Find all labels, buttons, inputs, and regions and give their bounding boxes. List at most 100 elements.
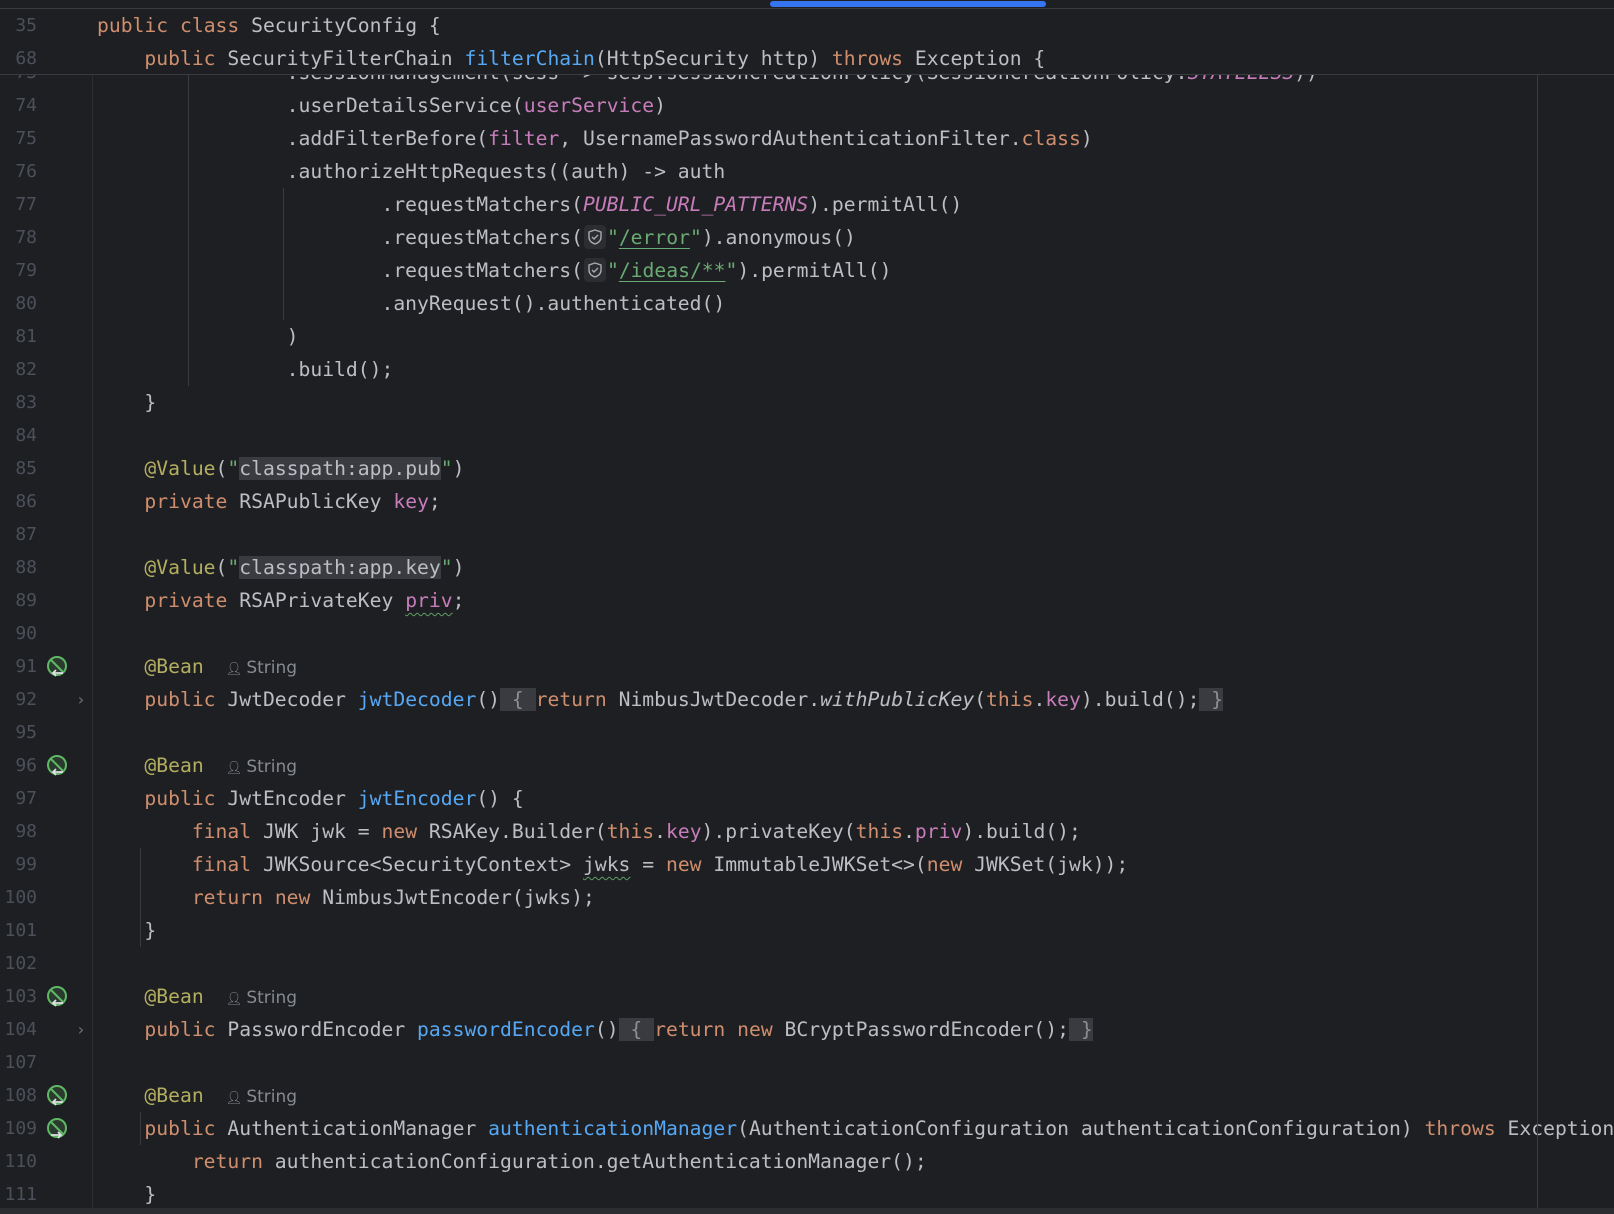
inlay-hint-author[interactable]: 👤︎ String bbox=[226, 988, 297, 1008]
line-number[interactable]: 83 bbox=[0, 386, 37, 419]
line-number[interactable]: 68 bbox=[0, 42, 37, 75]
line-number[interactable]: 86 bbox=[0, 485, 37, 518]
line-number[interactable]: 97 bbox=[0, 782, 37, 815]
code-line[interactable]: 88 @Value("classpath:app.key") bbox=[0, 551, 1614, 584]
code-line[interactable]: 86 private RSAPublicKey key; bbox=[0, 485, 1614, 518]
code-line[interactable]: 102 bbox=[0, 947, 1614, 980]
fold-expand-chevron-icon[interactable]: › bbox=[76, 1013, 86, 1046]
bean-injected-source-icon[interactable] bbox=[45, 754, 69, 778]
code-line[interactable]: 76 .authorizeHttpRequests((auth) -> auth bbox=[0, 155, 1614, 188]
line-number[interactable]: 89 bbox=[0, 584, 37, 617]
folded-region[interactable]: } bbox=[1199, 688, 1224, 711]
code-line[interactable]: 109 public AuthenticationManager authent… bbox=[0, 1112, 1614, 1145]
code-line[interactable]: 82 .build(); bbox=[0, 353, 1614, 386]
line-number[interactable]: 78 bbox=[0, 221, 37, 254]
bean-injection-target-icon[interactable] bbox=[45, 1117, 69, 1141]
code-token: public bbox=[144, 1117, 216, 1140]
shield-icon[interactable] bbox=[583, 225, 606, 249]
inlay-hint-author[interactable]: 👤︎ String bbox=[226, 757, 297, 777]
code-line[interactable]: 90 bbox=[0, 617, 1614, 650]
line-number[interactable]: 90 bbox=[0, 617, 37, 650]
line-number[interactable]: 109 bbox=[0, 1112, 37, 1145]
line-code: return new NimbusJwtEncoder(jwks); bbox=[97, 881, 595, 914]
code-token: SecurityConfig { bbox=[239, 14, 441, 37]
line-number[interactable]: 79 bbox=[0, 254, 37, 287]
code-line[interactable]: 95 bbox=[0, 716, 1614, 749]
line-number[interactable]: 84 bbox=[0, 419, 37, 452]
code-line[interactable]: 68 public SecurityFilterChain filterChai… bbox=[0, 42, 1614, 75]
code-token: new bbox=[737, 1018, 773, 1041]
line-number[interactable]: 76 bbox=[0, 155, 37, 188]
line-number[interactable]: 75 bbox=[0, 122, 37, 155]
line-number[interactable]: 85 bbox=[0, 452, 37, 485]
line-number[interactable]: 110 bbox=[0, 1145, 37, 1178]
line-number[interactable]: 100 bbox=[0, 881, 37, 914]
horizontal-scrollbar-thumb[interactable] bbox=[770, 1, 1046, 7]
code-line[interactable]: 96 @Bean 👤︎ String bbox=[0, 749, 1614, 782]
bean-injected-source-icon[interactable] bbox=[45, 985, 69, 1009]
code-line[interactable]: 98 final JWK jwk = new RSAKey.Builder(th… bbox=[0, 815, 1614, 848]
folded-region[interactable]: { bbox=[618, 1018, 655, 1041]
sticky-scroll-header[interactable]: 35 public class SecurityConfig {68 public… bbox=[0, 8, 1614, 75]
inlay-hint-author[interactable]: 👤︎ String bbox=[226, 658, 297, 678]
code-line[interactable]: 99 final JWKSource<SecurityContext> jwks… bbox=[0, 848, 1614, 881]
line-number[interactable]: 80 bbox=[0, 287, 37, 320]
bean-injected-source-icon[interactable] bbox=[45, 655, 69, 679]
line-number[interactable]: 77 bbox=[0, 188, 37, 221]
inlay-hint-author[interactable]: 👤︎ String bbox=[226, 1087, 297, 1107]
code-line[interactable]: 79 .requestMatchers("/ideas/**").permitA… bbox=[0, 254, 1614, 287]
code-line[interactable]: 104 › public PasswordEncoder passwordEnco… bbox=[0, 1013, 1614, 1046]
shield-icon[interactable] bbox=[583, 258, 606, 282]
indent-guide bbox=[282, 188, 284, 320]
code-line[interactable]: 103 @Bean 👤︎ String bbox=[0, 980, 1614, 1013]
code-line[interactable]: 78 .requestMatchers("/error").anonymous(… bbox=[0, 221, 1614, 254]
code-line[interactable]: 80 .anyRequest().authenticated() bbox=[0, 287, 1614, 320]
line-number[interactable]: 81 bbox=[0, 320, 37, 353]
code-line[interactable]: 97 public JwtEncoder jwtEncoder() { bbox=[0, 782, 1614, 815]
line-number[interactable]: 107 bbox=[0, 1046, 37, 1079]
line-number[interactable]: 99 bbox=[0, 848, 37, 881]
code-line[interactable]: 89 private RSAPrivateKey priv; bbox=[0, 584, 1614, 617]
line-number[interactable]: 82 bbox=[0, 353, 37, 386]
code-line[interactable]: 91 @Bean 👤︎ String bbox=[0, 650, 1614, 683]
line-number[interactable]: 108 bbox=[0, 1079, 37, 1112]
code-line[interactable]: 100 return new NimbusJwtEncoder(jwks); bbox=[0, 881, 1614, 914]
line-number[interactable]: 111 bbox=[0, 1178, 37, 1208]
code-line[interactable]: 87 bbox=[0, 518, 1614, 551]
fold-expand-chevron-icon[interactable]: › bbox=[76, 683, 86, 716]
code-line[interactable]: 84 bbox=[0, 419, 1614, 452]
code-line[interactable]: 77 .requestMatchers(PUBLIC_URL_PATTERNS)… bbox=[0, 188, 1614, 221]
code-line[interactable]: 107 bbox=[0, 1046, 1614, 1079]
code-line[interactable]: 35 public class SecurityConfig { bbox=[0, 9, 1614, 42]
code-line[interactable]: 101 } bbox=[0, 914, 1614, 947]
line-number[interactable]: 95 bbox=[0, 716, 37, 749]
code-line[interactable]: 81 ) bbox=[0, 320, 1614, 353]
code-line[interactable]: 108 @Bean 👤︎ String bbox=[0, 1079, 1614, 1112]
line-number[interactable]: 74 bbox=[0, 89, 37, 122]
line-number[interactable]: 35 bbox=[0, 9, 37, 42]
line-number[interactable]: 101 bbox=[0, 914, 37, 947]
line-number[interactable]: 104 bbox=[0, 1013, 37, 1046]
code-editor[interactable]: 73 .sessionManagement(sess -> sess.sessi… bbox=[0, 0, 1614, 1208]
horizontal-scrollbar-track[interactable] bbox=[0, 0, 1614, 9]
line-number[interactable]: 102 bbox=[0, 947, 37, 980]
code-line[interactable]: 83 } bbox=[0, 386, 1614, 419]
folded-region[interactable]: } bbox=[1069, 1018, 1093, 1041]
code-line[interactable]: 85 @Value("classpath:app.pub") bbox=[0, 452, 1614, 485]
code-line[interactable]: 75 .addFilterBefore(filter, UsernamePass… bbox=[0, 122, 1614, 155]
code-line[interactable]: 74 .userDetailsService(userService) bbox=[0, 89, 1614, 122]
line-number[interactable]: 88 bbox=[0, 551, 37, 584]
folded-region[interactable]: { bbox=[500, 688, 536, 711]
code-line[interactable]: 110 return authenticationConfiguration.g… bbox=[0, 1145, 1614, 1178]
bean-injected-source-icon[interactable] bbox=[45, 1084, 69, 1108]
line-number[interactable]: 87 bbox=[0, 518, 37, 551]
line-code: public class SecurityConfig { bbox=[97, 9, 441, 42]
code-line[interactable]: 111 } bbox=[0, 1178, 1614, 1208]
line-number[interactable]: 103 bbox=[0, 980, 37, 1013]
line-number[interactable]: 91 bbox=[0, 650, 37, 683]
line-number[interactable]: 96 bbox=[0, 749, 37, 782]
line-number[interactable]: 92 bbox=[0, 683, 37, 716]
line-number[interactable]: 98 bbox=[0, 815, 37, 848]
code-line[interactable]: 92 › public JwtDecoder jwtDecoder() { ret… bbox=[0, 683, 1614, 716]
